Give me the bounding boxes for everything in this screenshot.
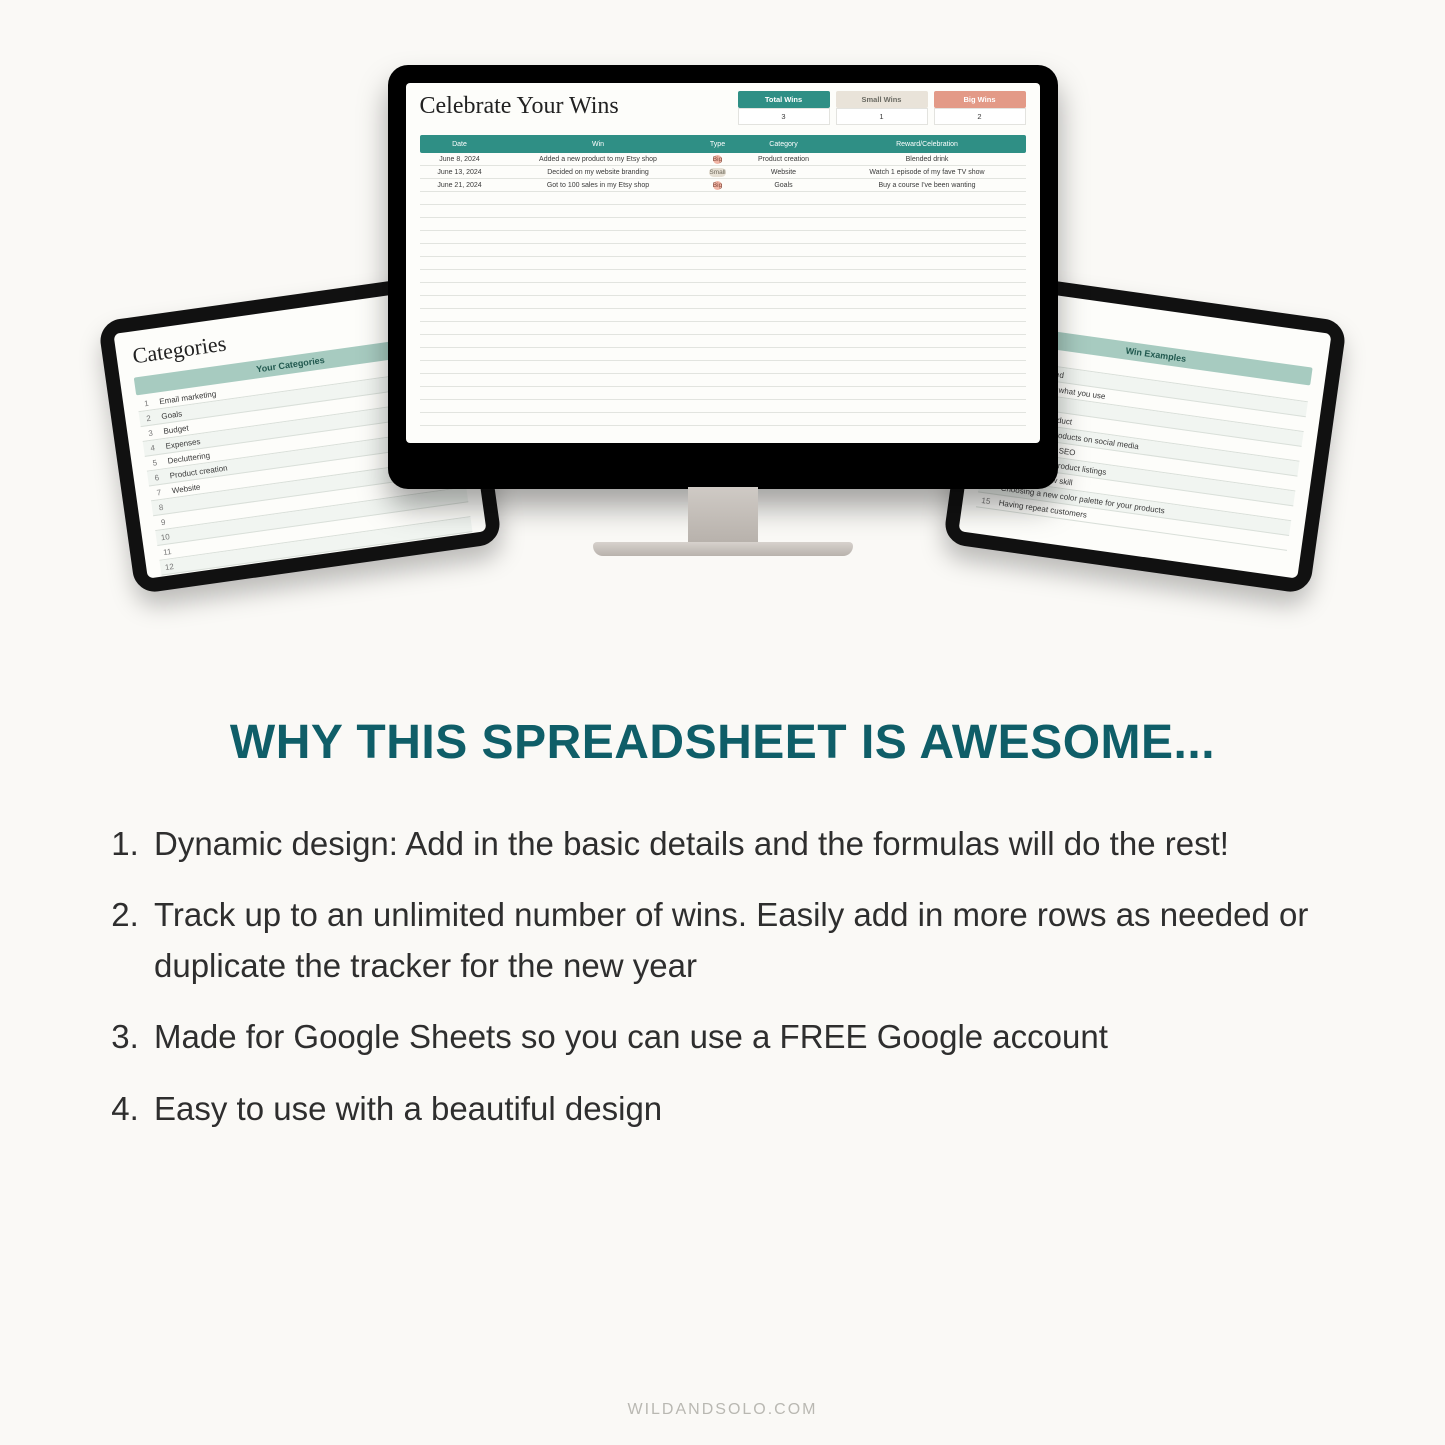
table-row bbox=[420, 400, 1026, 413]
table-row bbox=[420, 218, 1026, 231]
wins-table-header: Date Win Type Category Reward/Celebratio… bbox=[420, 135, 1026, 153]
feature-item: Dynamic design: Add in the basic details… bbox=[148, 818, 1345, 869]
table-row bbox=[420, 322, 1026, 335]
table-row bbox=[420, 296, 1026, 309]
table-row bbox=[420, 413, 1026, 426]
monitor: Celebrate Your Wins Total Wins 3 Small W… bbox=[388, 65, 1058, 556]
stat-boxes: Total Wins 3 Small Wins 1 Big Wins 2 bbox=[738, 91, 1026, 125]
table-row bbox=[420, 283, 1026, 296]
wins-title: Celebrate Your Wins bbox=[420, 93, 619, 120]
table-row bbox=[420, 244, 1026, 257]
col-win: Win bbox=[500, 138, 697, 151]
table-row bbox=[420, 231, 1026, 244]
col-type: Type bbox=[697, 138, 739, 151]
table-row bbox=[420, 348, 1026, 361]
footer-url: WILDANDSOLO.COM bbox=[0, 1401, 1445, 1419]
table-row bbox=[420, 205, 1026, 218]
monitor-stand-neck bbox=[688, 487, 758, 542]
content-section: WHY THIS SPREADSHEET IS AWESOME... Dynam… bbox=[100, 715, 1345, 1154]
table-row: June 8, 2024Added a new product to my Et… bbox=[420, 153, 1026, 166]
device-mockup-stage: Categories Your Categories 1Email market… bbox=[0, 65, 1445, 625]
table-row bbox=[420, 387, 1026, 400]
table-row: June 21, 2024Got to 100 sales in my Etsy… bbox=[420, 179, 1026, 192]
col-date: Date bbox=[420, 138, 500, 151]
table-row bbox=[420, 270, 1026, 283]
wins-table-body: June 8, 2024Added a new product to my Et… bbox=[420, 153, 1026, 426]
stat-total: Total Wins 3 bbox=[738, 91, 830, 125]
table-row bbox=[420, 374, 1026, 387]
feature-item: Track up to an unlimited number of wins.… bbox=[148, 889, 1345, 991]
stat-big: Big Wins 2 bbox=[934, 91, 1026, 125]
monitor-stand-base bbox=[593, 542, 853, 556]
features-list: Dynamic design: Add in the basic details… bbox=[100, 818, 1345, 1134]
table-row bbox=[420, 257, 1026, 270]
table-row bbox=[420, 335, 1026, 348]
feature-item: Easy to use with a beautiful design bbox=[148, 1083, 1345, 1134]
headline: WHY THIS SPREADSHEET IS AWESOME... bbox=[100, 715, 1345, 770]
table-row bbox=[420, 192, 1026, 205]
col-category: Category bbox=[739, 138, 829, 151]
col-reward: Reward/Celebration bbox=[829, 138, 1026, 151]
feature-item: Made for Google Sheets so you can use a … bbox=[148, 1011, 1345, 1062]
table-row bbox=[420, 361, 1026, 374]
monitor-screen: Celebrate Your Wins Total Wins 3 Small W… bbox=[406, 83, 1040, 443]
table-row: June 13, 2024Decided on my website brand… bbox=[420, 166, 1026, 179]
table-row bbox=[420, 309, 1026, 322]
stat-small: Small Wins 1 bbox=[836, 91, 928, 125]
